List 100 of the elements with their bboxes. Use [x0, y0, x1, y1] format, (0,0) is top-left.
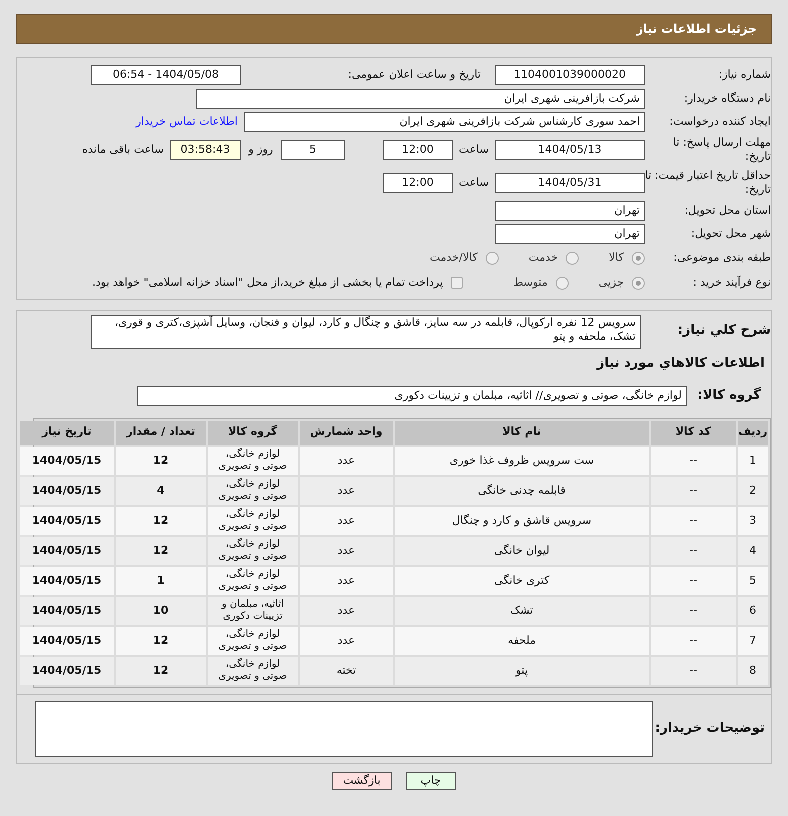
table-cell: -- [651, 446, 736, 474]
table-cell: لوازم خانگی، صوتی و تصویری [208, 446, 298, 474]
table-cell: کتری خانگی [395, 566, 649, 594]
table-cell: لوازم خانگی، صوتی و تصویری [208, 626, 298, 654]
field-label: طبقه بندی موضوعی: [672, 250, 771, 266]
label-text: پرداخت تمام یا بخشی از مبلغ خرید،از محل "اسناد خزانه اسلامی" خواهد بود. [92, 274, 444, 291]
table-cell: 12 [116, 626, 206, 654]
table-cell: -- [651, 536, 736, 564]
description-textarea[interactable]: سرویس 12 نفره ارکوپال، قابلمه در سه سایز، قاشق و چنگال و کارد، لیوان و فنجان، وسایل آشپزی،کتری و قوری، تشک، ملحفه و پتو [91, 315, 641, 349]
table-cell: لوازم خانگی، صوتی و تصویری [208, 566, 298, 594]
field-label: شرح کلي نياز: [678, 323, 771, 338]
field-label: ایجاد کننده درخواست: [668, 114, 771, 130]
radio-button[interactable] [566, 252, 580, 264]
field-label: حداقل تاریخ اعتبار قیمت: تا تاریخ: [645, 169, 771, 197]
table-cell: عدد [300, 446, 393, 474]
radio-button[interactable] [486, 252, 499, 264]
text-field[interactable]: 1404/05/13 [495, 140, 645, 160]
table-cell: 1404/05/15 [20, 626, 114, 654]
table-cell: -- [651, 626, 736, 654]
field-label: توضیحات خریدار: [655, 720, 765, 736]
table-cell: 6 [738, 596, 768, 624]
column-header: نام کالا [395, 420, 649, 444]
text-field[interactable]: تهران [495, 201, 645, 221]
table-cell: 1404/05/15 [20, 596, 114, 624]
radio-button[interactable] [632, 252, 645, 264]
label-text: کالا/خدمت [430, 250, 478, 266]
table-cell: 1404/05/15 [20, 446, 114, 474]
table-cell: ست سرویس ظروف غذا خوری [395, 446, 649, 474]
field-label: گروه کالا: [698, 388, 761, 403]
table-cell: پتو [395, 656, 649, 684]
table-cell: 5 [738, 566, 768, 594]
table-cell: -- [651, 476, 736, 504]
text-field[interactable]: احمد سوری کارشناس شرکت بازافرینی شهری ایران [244, 112, 645, 132]
text-field[interactable]: 12:00 [383, 173, 453, 193]
text-field[interactable]: 12:00 [383, 140, 453, 160]
field-label: نام دستگاه خریدار: [683, 90, 771, 107]
label-text: کالا [609, 250, 624, 266]
table-cell: لوازم خانگی، صوتی و تصویری [208, 536, 298, 564]
table-cell: لیوان خانگی [395, 536, 649, 564]
text-field[interactable]: 5 [281, 140, 345, 160]
radio-button[interactable] [632, 276, 645, 290]
table-cell: قابلمه چدنی خانگی [395, 476, 649, 504]
field-label: تاریخ و ساعت اعلان عمومی: [347, 66, 481, 83]
notes-textarea[interactable] [35, 700, 653, 756]
table-cell: -- [651, 566, 736, 594]
field-label: شهر محل تحویل: [690, 226, 771, 242]
table-cell: -- [651, 506, 736, 534]
table-cell: 1404/05/15 [20, 566, 114, 594]
table-cell: اثاثیه، مبلمان و تزیینات دکوری [208, 596, 298, 624]
column-header: تعداد / مقدار [116, 420, 206, 444]
text-field[interactable]: 1404/05/31 [495, 173, 645, 193]
column-header: واحد شمارش [300, 420, 393, 444]
label-text: ساعت [458, 142, 490, 158]
table-cell: 7 [738, 626, 768, 654]
table-cell: لوازم خانگی، صوتی و تصویری [208, 506, 298, 534]
table-cell: 12 [116, 446, 206, 474]
print-button[interactable]: چاپ [406, 772, 456, 790]
table-cell: عدد [300, 476, 393, 504]
section-heading: اطلاعات كالاهاي مورد نياز [597, 356, 765, 371]
table-cell: عدد [300, 536, 393, 564]
table-cell: 12 [116, 506, 206, 534]
text-field[interactable]: 1104001039000020 [495, 65, 645, 85]
back-button[interactable]: بازگشت [332, 772, 392, 790]
text-field[interactable]: شرکت بازافرینی شهری ایران [196, 89, 645, 109]
field-label: شماره نیاز: [718, 66, 771, 83]
table-cell: 3 [738, 506, 768, 534]
checkbox[interactable] [451, 277, 464, 289]
timer-field[interactable]: 03:58:43 [170, 140, 241, 160]
table-cell: 12 [116, 656, 206, 684]
table-cell: 4 [116, 476, 206, 504]
radio-button[interactable] [556, 276, 569, 290]
table-cell: عدد [300, 506, 393, 534]
table-cell: 1 [738, 446, 768, 474]
table-cell: عدد [300, 626, 393, 654]
table-cell: -- [651, 656, 736, 684]
text-field[interactable]: تهران [495, 224, 645, 244]
table-cell: 1 [116, 566, 206, 594]
label-text: متوسط [513, 274, 548, 291]
text-field[interactable]: لوازم خانگی، صوتی و تصویری// اثاثیه، مبلمان و تزیینات دکوری [137, 386, 687, 406]
table-cell: تخته [300, 656, 393, 684]
table-cell: 1404/05/15 [20, 656, 114, 684]
table-cell: 8 [738, 656, 768, 684]
table-cell: سرویس قاشق و کارد و چنگال [395, 506, 649, 534]
field-label: استان محل تحویل: [684, 202, 771, 219]
field-label: نوع فرآیند خرید : [692, 274, 771, 291]
table-cell: 1404/05/15 [20, 536, 114, 564]
contact-link[interactable]: اطلاعات تماس خریدار [136, 114, 238, 130]
column-header: کد کالا [651, 420, 736, 444]
column-header: ردیف [738, 420, 768, 444]
table-cell: عدد [300, 596, 393, 624]
field-label: مهلت ارسال پاسخ: تا تاریخ: [672, 136, 771, 164]
table-cell: 1404/05/15 [20, 476, 114, 504]
label-text: جزیی [598, 274, 624, 291]
table-cell: عدد [300, 566, 393, 594]
label-text: روز و [247, 142, 274, 158]
label-text: ساعت باقی مانده [82, 142, 164, 158]
table-cell: 12 [116, 536, 206, 564]
table-cell: لوازم خانگی، صوتی و تصویری [208, 656, 298, 684]
column-header: تاریخ نیاز [20, 420, 114, 444]
text-field[interactable]: 1404/05/08 - 06:54 [91, 65, 241, 85]
